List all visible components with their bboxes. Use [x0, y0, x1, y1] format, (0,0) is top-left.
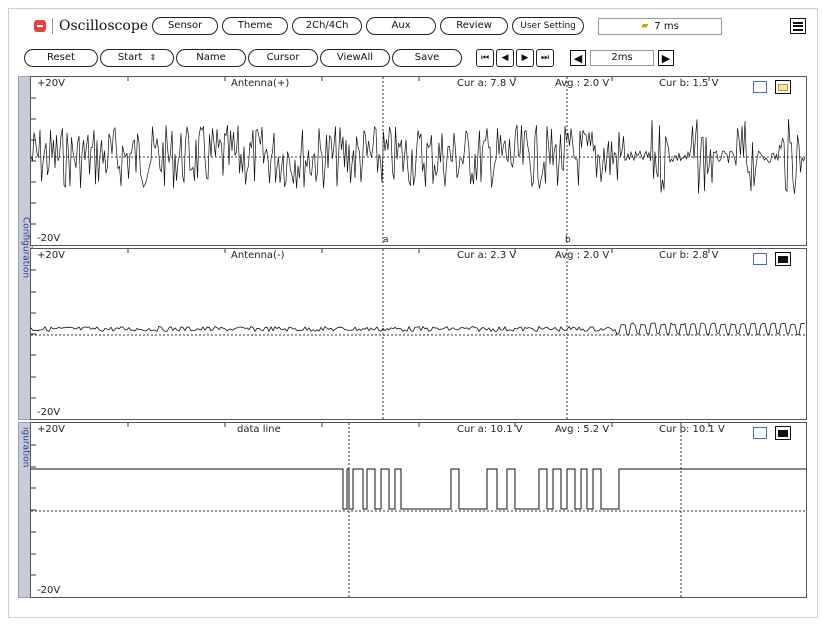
viewall-button[interactable]: ViewAll: [320, 49, 390, 67]
toolbar-top: Oscilloscope Sensor Theme 2Ch/4Ch Aux Re…: [34, 16, 723, 36]
user-setting-button[interactable]: User Setting: [512, 17, 585, 35]
app-icon: [34, 20, 46, 32]
reset-button[interactable]: Reset: [24, 49, 98, 67]
skip-back-icon: ⏮: [480, 53, 490, 63]
configuration-tab-label: Configuration: [20, 217, 31, 279]
cursor-button[interactable]: Cursor: [248, 49, 318, 67]
arrow-right-icon: ▶: [661, 51, 671, 65]
play-back-icon: ◀: [501, 53, 509, 63]
timebase-increase-button[interactable]: ▶: [658, 50, 674, 66]
channel-panel-1[interactable]: +20V Antenna(+) Cur a: 7.8 V Avg : 2.0 V…: [30, 76, 807, 246]
title-divider: [52, 18, 53, 34]
start-button[interactable]: Start ⇕: [100, 49, 174, 67]
channel-panel-2[interactable]: +20V Antenna(-) Cur a: 2.3 V Avg : 2.0 V…: [30, 248, 807, 420]
last-frame-button[interactable]: ⏭: [536, 49, 554, 67]
first-frame-button[interactable]: ⏮: [476, 49, 494, 67]
ch1-trace: [31, 119, 806, 194]
ch2-trace: [31, 322, 806, 336]
configuration-tab-2-label: iguration: [20, 427, 31, 468]
aux-button[interactable]: Aux: [366, 17, 437, 35]
app-title: Oscilloscope: [59, 18, 149, 34]
channel-panel-3[interactable]: +20V data line Cur a: 10.1 V Avg : 5.2 V…: [30, 422, 807, 598]
ch3-trace: [31, 468, 806, 510]
channels-button[interactable]: 2Ch/4Ch: [292, 17, 363, 35]
name-button[interactable]: Name: [176, 49, 246, 67]
play-icon: ▶: [521, 53, 529, 63]
time-display-value: 7 ms: [654, 20, 679, 32]
ch2-waveform: [31, 249, 806, 419]
next-frame-button[interactable]: ▶: [516, 49, 534, 67]
ch3-waveform: [31, 423, 806, 597]
menu-icon[interactable]: [790, 18, 806, 34]
toolbar-bottom: Reset Start ⇕ Name Cursor ViewAll Save ⏮…: [24, 48, 674, 68]
start-label: Start: [117, 52, 143, 63]
spinner-icon: ⇕: [149, 53, 157, 62]
review-button[interactable]: Review: [440, 17, 509, 35]
save-button[interactable]: Save: [392, 49, 462, 67]
ch1-waveform: [31, 77, 806, 245]
arrow-left-icon: ◀: [573, 51, 583, 65]
time-display: ▰ 7 ms: [598, 17, 723, 35]
skip-forward-icon: ⏭: [540, 53, 550, 63]
folder-icon: ▰: [641, 21, 649, 31]
timebase-decrease-button[interactable]: ◀: [570, 50, 586, 66]
theme-button[interactable]: Theme: [222, 17, 289, 35]
prev-frame-button[interactable]: ◀: [496, 49, 514, 67]
sensor-button[interactable]: Sensor: [152, 17, 219, 35]
timebase-value: 2ms: [590, 50, 654, 66]
